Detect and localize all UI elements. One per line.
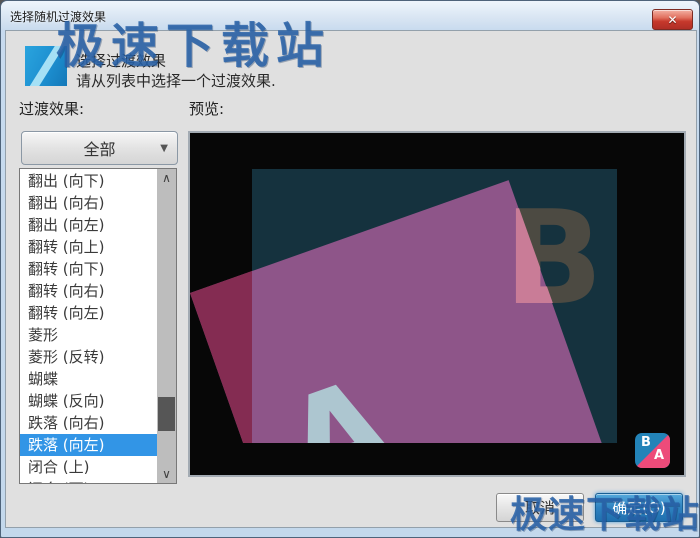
- list-item-selected[interactable]: 跌落 (向左): [20, 434, 157, 456]
- header-title: 选择过渡效果: [76, 52, 167, 70]
- list-item[interactable]: 蝴蝶 (反向): [20, 390, 157, 412]
- preview-label: 预览:: [189, 100, 225, 118]
- scrollbar-thumb[interactable]: [158, 397, 175, 431]
- list-item[interactable]: 跌落 (向右): [20, 412, 157, 434]
- scroll-up-icon[interactable]: ∧: [157, 170, 176, 186]
- filter-dropdown[interactable]: 全部 ▼: [21, 131, 178, 165]
- list-item[interactable]: 翻转 (向上): [20, 236, 157, 258]
- list-item[interactable]: 菱形: [20, 324, 157, 346]
- list-item[interactable]: 翻出 (向下): [20, 170, 157, 192]
- list-item[interactable]: 闭合 (上): [20, 456, 157, 478]
- header-subtitle: 请从列表中选择一个过渡效果.: [76, 72, 276, 90]
- list-item[interactable]: 翻转 (向右): [20, 280, 157, 302]
- dialog-client-area: 选择过渡效果 请从列表中选择一个过渡效果. 过渡效果: 预览: 全部 ▼ 翻出 …: [5, 30, 697, 528]
- title-bar: 选择随机过渡效果 ✕: [1, 1, 699, 30]
- badge-letter-b: B: [641, 435, 651, 450]
- list-item[interactable]: 菱形 (反转): [20, 346, 157, 368]
- dialog-window: 选择随机过渡效果 ✕ 选择过渡效果 请从列表中选择一个过渡效果. 过渡效果: 预…: [0, 0, 700, 538]
- scroll-down-icon[interactable]: ∨: [157, 466, 176, 482]
- list-item[interactable]: 蝴蝶: [20, 368, 157, 390]
- ok-button[interactable]: 确定(O): [595, 493, 683, 522]
- icon-diagonal-stripe: [26, 46, 67, 86]
- list-scrollbar[interactable]: ∧ ∨: [157, 169, 176, 483]
- list-item[interactable]: 翻转 (向下): [20, 258, 157, 280]
- preview-area: B A B B A: [188, 131, 686, 477]
- list-item[interactable]: 闭合 (下): [20, 478, 157, 483]
- window-title: 选择随机过渡效果: [10, 10, 107, 24]
- list-item[interactable]: 翻转 (向左): [20, 302, 157, 324]
- effects-label: 过渡效果:: [19, 100, 85, 118]
- preview-stage: B A B: [190, 133, 684, 443]
- transition-list: 翻出 (向下) 翻出 (向右) 翻出 (向左) 翻转 (向上) 翻转 (向下) …: [19, 168, 177, 484]
- chevron-down-icon: ▼: [160, 143, 168, 154]
- transition-ba-icon: B A: [635, 433, 670, 468]
- list-item[interactable]: 翻出 (向左): [20, 214, 157, 236]
- list-item[interactable]: 翻出 (向右): [20, 192, 157, 214]
- filter-dropdown-value: 全部: [83, 140, 116, 159]
- transition-effect-icon: [25, 46, 67, 86]
- cancel-button[interactable]: 取消: [496, 493, 584, 522]
- close-icon: ✕: [667, 12, 678, 27]
- transition-list-rows: 翻出 (向下) 翻出 (向右) 翻出 (向左) 翻转 (向上) 翻转 (向下) …: [20, 170, 157, 483]
- close-button[interactable]: ✕: [652, 9, 693, 30]
- badge-letter-a: A: [654, 448, 665, 463]
